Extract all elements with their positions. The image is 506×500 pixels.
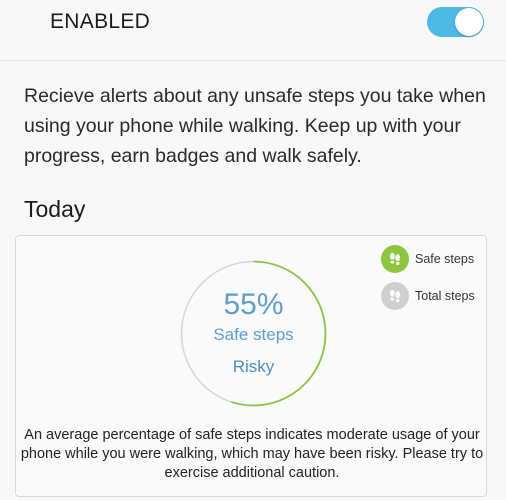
feature-description: Recieve alerts about any unsafe steps yo… <box>24 85 486 167</box>
legend-total-steps: Total steps <box>381 282 475 310</box>
legend-label: Total steps <box>415 289 475 303</box>
today-card: Safe steps Total steps 55% Safe steps Ri… <box>15 235 487 497</box>
legend-safe-steps: Safe steps <box>381 245 474 273</box>
legend-label: Safe steps <box>415 252 475 266</box>
total-steps-footsteps-icon <box>381 282 409 310</box>
today-title: Today <box>24 196 86 222</box>
toggle-knob[interactable] <box>455 8 483 36</box>
enabled-label: ENABLED <box>50 10 151 33</box>
usage-note: An average percentage of safe steps indi… <box>20 427 484 481</box>
enable-header: ENABLED <box>0 0 506 61</box>
enable-toggle[interactable] <box>427 7 484 37</box>
safe-steps-footsteps-icon <box>381 245 409 273</box>
safe-steps-label: Safe steps <box>213 325 294 344</box>
safe-percent: 55% <box>223 288 284 321</box>
risk-status: Risky <box>232 357 275 376</box>
